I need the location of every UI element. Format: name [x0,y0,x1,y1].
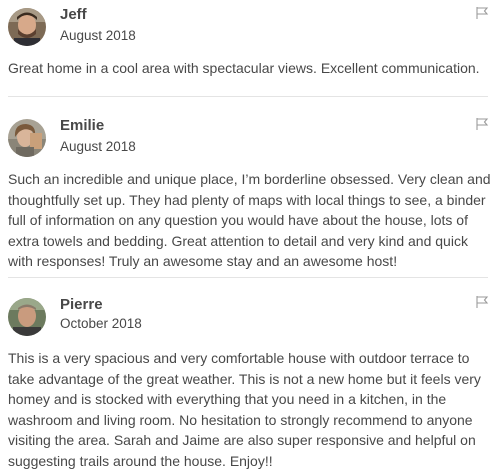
review-item: Pierre October 2018 This is a very spaci… [0,290,500,471]
reviewer-name[interactable]: Pierre [60,296,103,314]
review-item: Emilie August 2018 Such an incredible an… [0,111,500,272]
review-text: This is a very spacious and very comfort… [8,350,481,469]
review-item: Jeff August 2018 Great home in a cool ar… [0,0,500,79]
review-date: October 2018 [60,316,142,331]
avatar[interactable] [8,298,46,336]
review-text: Great home in a cool area with spectacul… [8,60,480,76]
review-header: Emilie August 2018 [0,111,500,165]
flag-icon[interactable] [475,6,489,20]
review-list: Jeff August 2018 Great home in a cool ar… [0,0,500,474]
review-header: Pierre October 2018 [0,290,500,346]
review-date: August 2018 [60,139,136,154]
review-text: Such an incredible and unique place, I’m… [8,171,491,269]
reviewer-name[interactable]: Jeff [60,6,87,24]
divider [8,96,488,97]
review-date: August 2018 [60,28,136,43]
flag-icon[interactable] [475,295,489,309]
flag-icon[interactable] [475,117,489,131]
reviewer-name[interactable]: Emilie [60,117,104,135]
avatar[interactable] [8,8,46,46]
review-header: Jeff August 2018 [0,0,500,54]
avatar[interactable] [8,119,46,157]
divider [8,277,488,278]
